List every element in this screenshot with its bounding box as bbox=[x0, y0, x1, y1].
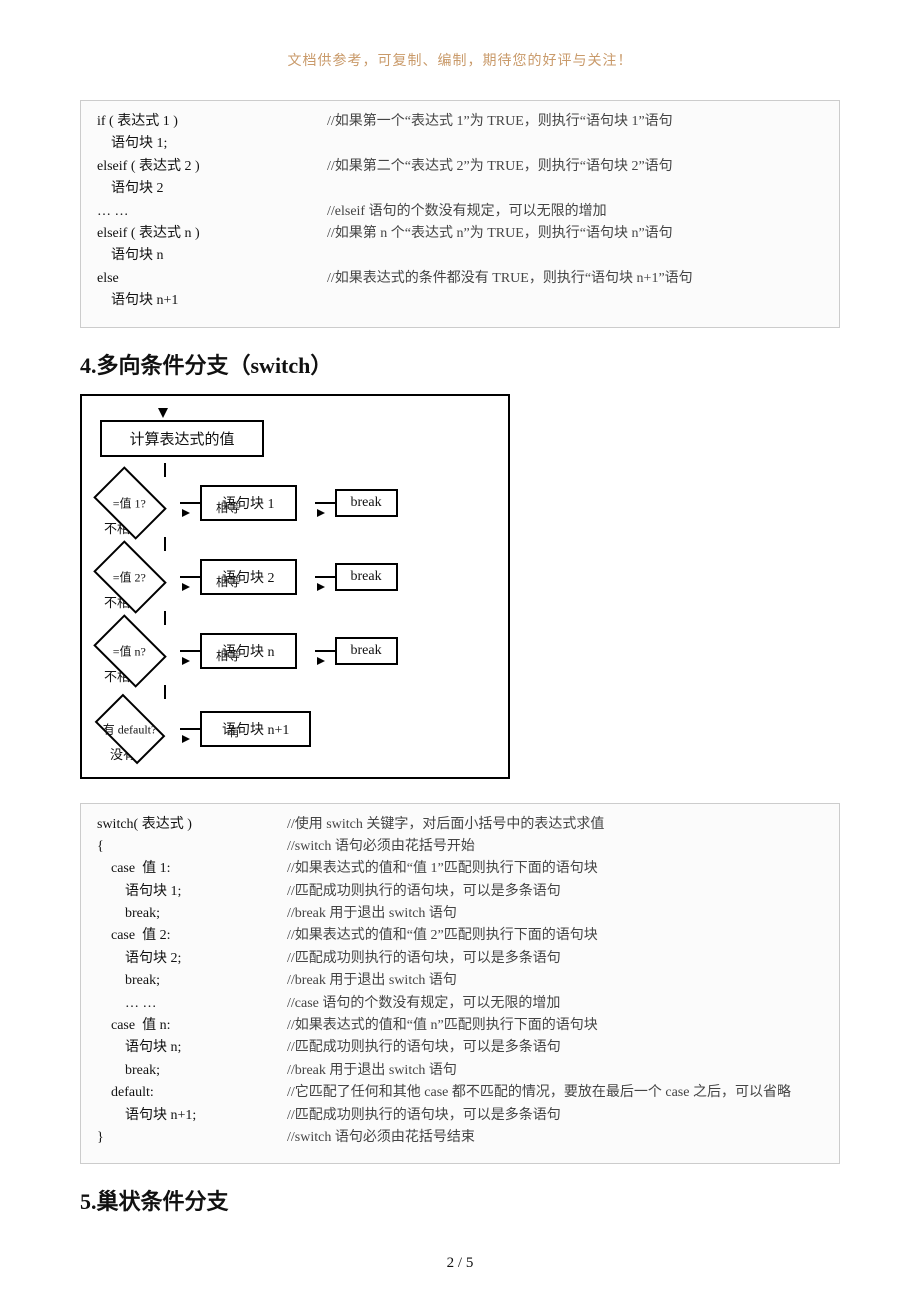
code-comment: //break 用于退出 switch 语句 bbox=[287, 1060, 823, 1082]
code-comment: //使用 switch 关键字，对后面小括号中的表达式求值 bbox=[287, 814, 823, 836]
switch-code-block: switch( 表达式 )//使用 switch 关键字，对后面小括号中的表达式… bbox=[80, 803, 840, 1165]
code-comment: //break 用于退出 switch 语句 bbox=[287, 970, 823, 992]
arrow-right-icon bbox=[180, 650, 200, 652]
code-text: break; bbox=[97, 1060, 287, 1082]
code-comment: //如果表达式的值和“值 2”匹配则执行下面的语句块 bbox=[287, 925, 823, 947]
if-elseif-code-figure: if ( 表达式 1 )//如果第一个“表达式 1”为 TRUE，则执行“语句块… bbox=[80, 100, 840, 328]
section-5-heading: 5.巢状条件分支 bbox=[80, 1184, 840, 1216]
code-comment: //switch 语句必须由花括号结束 bbox=[287, 1127, 823, 1149]
code-comment: //匹配成功则执行的语句块，可以是多条语句 bbox=[287, 881, 823, 903]
flow-line bbox=[164, 463, 166, 477]
statement-box: 语句块 n+1 bbox=[200, 711, 311, 747]
code-text: elseif ( 表达式 n ) bbox=[97, 223, 327, 245]
decision-label: 有 default? bbox=[103, 720, 157, 737]
code-comment: //elseif 语句的个数没有规定，可以无限的增加 bbox=[327, 201, 823, 223]
flow-line bbox=[164, 685, 166, 699]
code-comment: //switch 语句必须由花括号开始 bbox=[287, 836, 823, 858]
code-comment bbox=[327, 133, 823, 155]
code-comment: //如果表达式的值和“值 1”匹配则执行下面的语句块 bbox=[287, 858, 823, 880]
code-text: default: bbox=[97, 1082, 287, 1104]
code-text: … … bbox=[97, 993, 287, 1015]
code-text: 语句块 1; bbox=[97, 881, 287, 903]
code-text: 语句块 n bbox=[97, 245, 327, 267]
code-comment: //如果表达式的条件都没有 TRUE，则执行“语句块 n+1”语句 bbox=[327, 268, 823, 290]
switch-code-figure: switch( 表达式 )//使用 switch 关键字，对后面小括号中的表达式… bbox=[80, 803, 840, 1165]
code-text: break; bbox=[97, 970, 287, 992]
arrow-right-icon bbox=[180, 728, 200, 730]
code-text: { bbox=[97, 836, 287, 858]
arrow-right-icon bbox=[180, 502, 200, 504]
code-comment: //匹配成功则执行的语句块，可以是多条语句 bbox=[287, 1105, 823, 1127]
code-text: 语句块 2; bbox=[97, 948, 287, 970]
code-comment: //如果第一个“表达式 1”为 TRUE，则执行“语句块 1”语句 bbox=[327, 111, 823, 133]
not-equal-label: 不相等 bbox=[104, 518, 490, 537]
code-text: 语句块 n+1; bbox=[97, 1105, 287, 1127]
code-text: 语句块 1; bbox=[97, 133, 327, 155]
decision-label: =值 n? bbox=[113, 642, 146, 659]
code-text: case 值 n: bbox=[97, 1015, 287, 1037]
code-text: else bbox=[97, 268, 327, 290]
code-comment bbox=[327, 178, 823, 200]
code-comment: //如果表达式的值和“值 n”匹配则执行下面的语句块 bbox=[287, 1015, 823, 1037]
code-text: case 值 1: bbox=[97, 858, 287, 880]
decision-label: =值 1? bbox=[113, 494, 146, 511]
code-text: 语句块 n; bbox=[97, 1037, 287, 1059]
arrow-right-icon bbox=[180, 576, 200, 578]
code-text: break; bbox=[97, 903, 287, 925]
equal-label: 相等 bbox=[216, 499, 490, 516]
section-4-heading: 4.多向条件分支（switch） bbox=[80, 348, 840, 380]
code-comment: //如果第二个“表达式 2”为 TRUE，则执行“语句块 2”语句 bbox=[327, 156, 823, 178]
document-page: 文档供参考，可复制、编制，期待您的好评与关注！ if ( 表达式 1 )//如果… bbox=[0, 0, 920, 1302]
code-comment: //它匹配了任何和其他 case 都不匹配的情况，要放在最后一个 case 之后… bbox=[287, 1082, 823, 1104]
code-text: 语句块 n+1 bbox=[97, 290, 327, 312]
code-text: } bbox=[97, 1127, 287, 1149]
code-text: elseif ( 表达式 2 ) bbox=[97, 156, 327, 178]
code-comment: //如果第 n 个“表达式 n”为 TRUE，则执行“语句块 n”语句 bbox=[327, 223, 823, 245]
code-comment bbox=[327, 290, 823, 312]
flow-line bbox=[164, 537, 166, 551]
code-text: if ( 表达式 1 ) bbox=[97, 111, 327, 133]
code-comment bbox=[327, 245, 823, 267]
code-text: … … bbox=[97, 201, 327, 223]
code-comment: //匹配成功则执行的语句块，可以是多条语句 bbox=[287, 1037, 823, 1059]
code-text: 语句块 2 bbox=[97, 178, 327, 200]
not-equal-label: 不相等 bbox=[104, 592, 490, 611]
flowchart-start-box: 计算表达式的值 bbox=[100, 420, 264, 457]
code-comment: //匹配成功则执行的语句块，可以是多条语句 bbox=[287, 948, 823, 970]
header-note: 文档供参考，可复制、编制，期待您的好评与关注！ bbox=[80, 50, 840, 70]
not-equal-label: 不相等 bbox=[104, 666, 490, 685]
switch-flowchart: 计算表达式的值 =值 1? 语句块 1 break 相等 不相等 =值 2? 语… bbox=[80, 394, 510, 779]
decision-label: =值 2? bbox=[113, 568, 146, 585]
arrow-down-icon bbox=[158, 408, 168, 418]
page-footer: 2 / 5 bbox=[0, 1255, 920, 1272]
equal-label: 相等 bbox=[216, 647, 490, 664]
code-text: case 值 2: bbox=[97, 925, 287, 947]
code-comment: //case 语句的个数没有规定，可以无限的增加 bbox=[287, 993, 823, 1015]
if-elseif-code-block: if ( 表达式 1 )//如果第一个“表达式 1”为 TRUE，则执行“语句块… bbox=[80, 100, 840, 328]
equal-label: 相等 bbox=[216, 573, 490, 590]
code-text: switch( 表达式 ) bbox=[97, 814, 287, 836]
flow-line bbox=[164, 611, 166, 625]
code-comment: //break 用于退出 switch 语句 bbox=[287, 903, 823, 925]
